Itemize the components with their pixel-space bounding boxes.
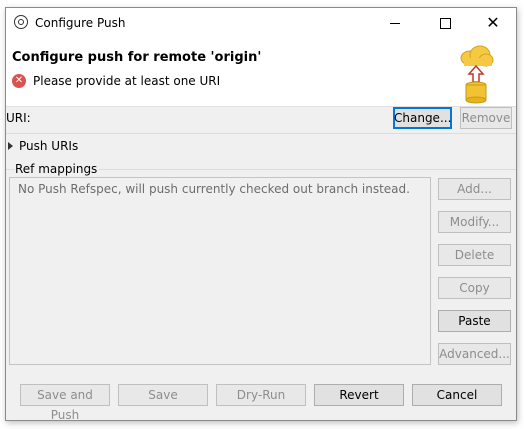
push-uris-expander[interactable]: Push URIs: [8, 139, 78, 153]
modify-refspec-button[interactable]: Modify...: [438, 211, 511, 233]
save-and-push-button[interactable]: Save and Push: [20, 384, 110, 422]
close-button[interactable]: ✕: [470, 8, 516, 38]
configure-push-dialog: Configure Push ✕ Configure push for remo…: [5, 7, 517, 422]
dialog-header: Configure push for remote 'origin' ✕ Ple…: [6, 38, 516, 107]
eclipse-icon: [14, 15, 28, 29]
maximize-button[interactable]: [422, 8, 468, 38]
cancel-button[interactable]: Cancel: [412, 384, 502, 406]
close-icon: ✕: [486, 13, 500, 32]
minimize-button[interactable]: [372, 8, 418, 38]
dry-run-button[interactable]: Dry-Run: [216, 384, 306, 406]
copy-refspec-button[interactable]: Copy: [438, 277, 511, 299]
cloud-push-icon: [460, 45, 494, 104]
expand-arrow-icon: [8, 142, 13, 150]
header-title: Configure push for remote 'origin': [12, 50, 262, 65]
advanced-refspec-button[interactable]: Advanced...: [438, 343, 511, 365]
save-button[interactable]: Save: [118, 384, 208, 406]
add-refspec-button[interactable]: Add...: [438, 178, 511, 200]
window-title: Configure Push: [35, 16, 126, 30]
uri-label: URI:: [6, 111, 31, 125]
error-message: Please provide at least one URI: [33, 74, 221, 88]
remove-uri-button[interactable]: Remove: [460, 107, 512, 129]
ref-mappings-label: Ref mappings: [15, 162, 100, 176]
push-uris-label: Push URIs: [19, 139, 79, 153]
separator: [6, 133, 516, 134]
minimize-icon: [390, 22, 400, 24]
error-icon: ✕: [12, 74, 26, 88]
maximize-icon: [439, 17, 451, 29]
paste-refspec-button[interactable]: Paste: [438, 310, 511, 332]
refspec-list[interactable]: No Push Refspec, will push currently che…: [9, 177, 431, 365]
delete-refspec-button[interactable]: Delete: [438, 244, 511, 266]
revert-button[interactable]: Revert: [314, 384, 404, 406]
title-bar: Configure Push ✕: [6, 8, 516, 38]
change-uri-button[interactable]: Change...: [393, 107, 452, 129]
refspec-empty-message: No Push Refspec, will push currently che…: [18, 182, 410, 196]
